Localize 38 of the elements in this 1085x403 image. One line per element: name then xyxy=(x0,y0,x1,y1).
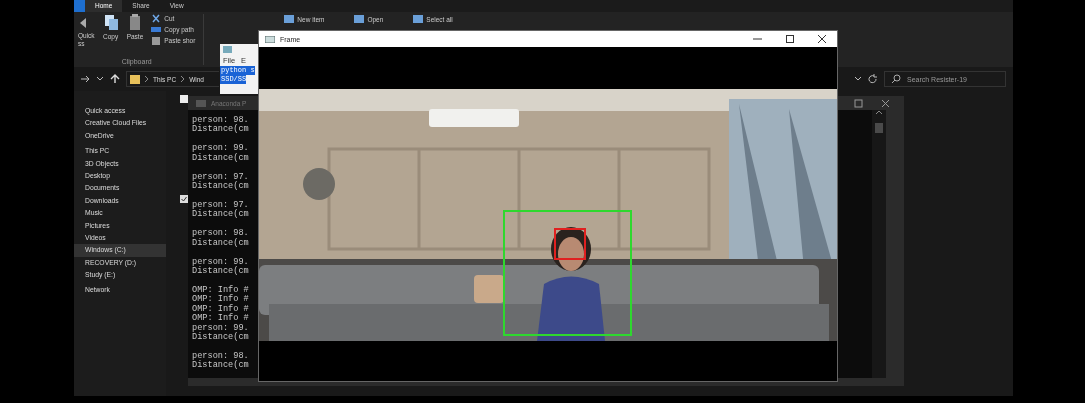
console-line: OMP: Info # xyxy=(192,285,250,295)
close-icon[interactable] xyxy=(881,98,890,108)
copy-icon xyxy=(102,14,119,31)
scroll-up-icon[interactable] xyxy=(875,110,883,115)
console-line: person: 99. xyxy=(192,323,250,333)
up-arrow-icon[interactable] xyxy=(110,74,120,84)
console-line: Distance(cm xyxy=(192,361,250,371)
console-line: person: 98. xyxy=(192,229,250,239)
chevron-icon xyxy=(180,75,186,83)
console-line: Distance(cm xyxy=(192,238,250,249)
console-line: Distance(cm xyxy=(192,267,250,277)
refresh-icon[interactable] xyxy=(868,74,878,84)
maximize-icon[interactable] xyxy=(785,34,795,44)
console-line: person: 98. xyxy=(192,116,250,125)
console-line: person: 97. xyxy=(192,200,250,210)
console-line: Distance(cm xyxy=(192,333,250,343)
console-line: Distance(cm xyxy=(192,125,250,135)
search-icon xyxy=(891,74,901,84)
checkbox[interactable] xyxy=(180,195,188,203)
console-line: Distance(cm xyxy=(192,210,250,220)
console-line: Distance(cm xyxy=(192,153,250,164)
console-line: person: 99. xyxy=(192,144,250,154)
close-icon[interactable] xyxy=(817,34,827,44)
scrollbar[interactable] xyxy=(872,110,886,378)
console-line: Distance(cm xyxy=(192,182,250,192)
console-line: OMP: Info # xyxy=(192,295,250,305)
console-line: OMP: Info # xyxy=(192,304,250,314)
console-line: OMP: Info # xyxy=(192,314,250,324)
scroll-thumb[interactable] xyxy=(875,123,883,133)
forward-icon[interactable] xyxy=(80,74,90,84)
scissors-icon xyxy=(151,14,162,23)
checkbox[interactable] xyxy=(180,95,188,103)
folder-icon xyxy=(130,73,140,85)
console-line: person: 97. xyxy=(192,172,250,182)
chevron-icon xyxy=(144,75,149,83)
console-line: person: 99. xyxy=(192,257,250,267)
window-icon xyxy=(265,35,275,43)
console-line: person: 98. xyxy=(192,351,250,361)
